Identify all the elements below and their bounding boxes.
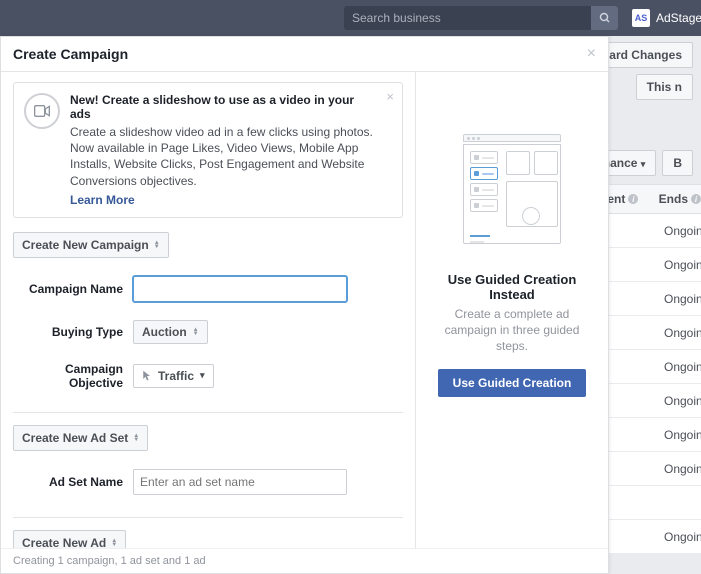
divider (13, 517, 403, 518)
create-campaign-modal: Create Campaign × × New! Create a slides… (0, 36, 609, 574)
use-guided-creation-button[interactable]: Use Guided Creation (438, 369, 587, 397)
this-button[interactable]: This n (636, 74, 693, 100)
sort-icon: ▲▼ (193, 328, 199, 336)
promo-text: Create a slideshow video ad in a few cli… (70, 124, 378, 189)
buying-type-label: Buying Type (13, 325, 133, 339)
promo-close-button[interactable]: × (386, 89, 394, 104)
slideshow-promo: × New! Create a slideshow to use as a vi… (13, 82, 403, 218)
sort-icon: ▲▼ (111, 539, 117, 547)
adset-name-label: Ad Set Name (13, 475, 133, 489)
adset-name-input[interactable] (133, 469, 347, 495)
modal-left-column: × New! Create a slideshow to use as a vi… (1, 72, 415, 548)
chevron-down-icon: ▾ (200, 370, 205, 381)
sort-icon: ▲▼ (154, 241, 160, 249)
create-new-campaign-toggle[interactable]: Create New Campaign ▲▼ (13, 232, 169, 258)
close-icon: × (587, 45, 596, 62)
search-button[interactable] (591, 6, 618, 30)
col-ends[interactable]: Endsi (659, 192, 701, 206)
modal-right-column: Use Guided Creation Instead Create a com… (415, 72, 608, 548)
user-badge: AS (632, 9, 650, 27)
search-wrap (344, 6, 618, 30)
user-menu[interactable]: AS AdStage ▼ (632, 9, 701, 27)
chevron-down-icon: ▾ (641, 159, 646, 169)
create-new-adset-toggle[interactable]: Create New Ad Set ▲▼ (13, 425, 148, 451)
secondary-filter[interactable]: B (662, 150, 693, 176)
promo-title: New! Create a slideshow to use as a vide… (70, 93, 378, 121)
modal-footer-status: Creating 1 campaign, 1 ad set and 1 ad (1, 548, 608, 573)
topbar: AS AdStage ▼ (0, 0, 701, 36)
info-icon: i (691, 194, 701, 204)
search-input[interactable] (344, 6, 591, 30)
campaign-objective-label: Campaign Objective (13, 362, 133, 390)
campaign-name-input[interactable] (133, 276, 347, 302)
close-icon: × (386, 89, 394, 104)
promo-learn-more-link[interactable]: Learn More (70, 193, 135, 207)
campaign-name-label: Campaign Name (13, 282, 133, 296)
close-button[interactable]: × (587, 45, 596, 63)
create-new-ad-toggle[interactable]: Create New Ad ▲▼ (13, 530, 126, 548)
sort-icon: ▲▼ (133, 434, 139, 442)
guided-title: Use Guided Creation Instead (428, 272, 596, 302)
video-icon (24, 93, 60, 129)
modal-header: Create Campaign × (1, 37, 608, 72)
divider (13, 412, 403, 413)
search-icon (599, 12, 611, 24)
guided-text: Create a complete ad campaign in three g… (428, 306, 596, 355)
cursor-icon (142, 370, 152, 382)
modal-title: Create Campaign (13, 46, 128, 62)
campaign-objective-select[interactable]: Traffic ▾ (133, 364, 214, 388)
info-icon: i (628, 194, 638, 204)
wireframe-illustration (437, 134, 587, 254)
buying-type-select[interactable]: Auction ▲▼ (133, 320, 208, 344)
user-label: AdStage (656, 11, 701, 25)
